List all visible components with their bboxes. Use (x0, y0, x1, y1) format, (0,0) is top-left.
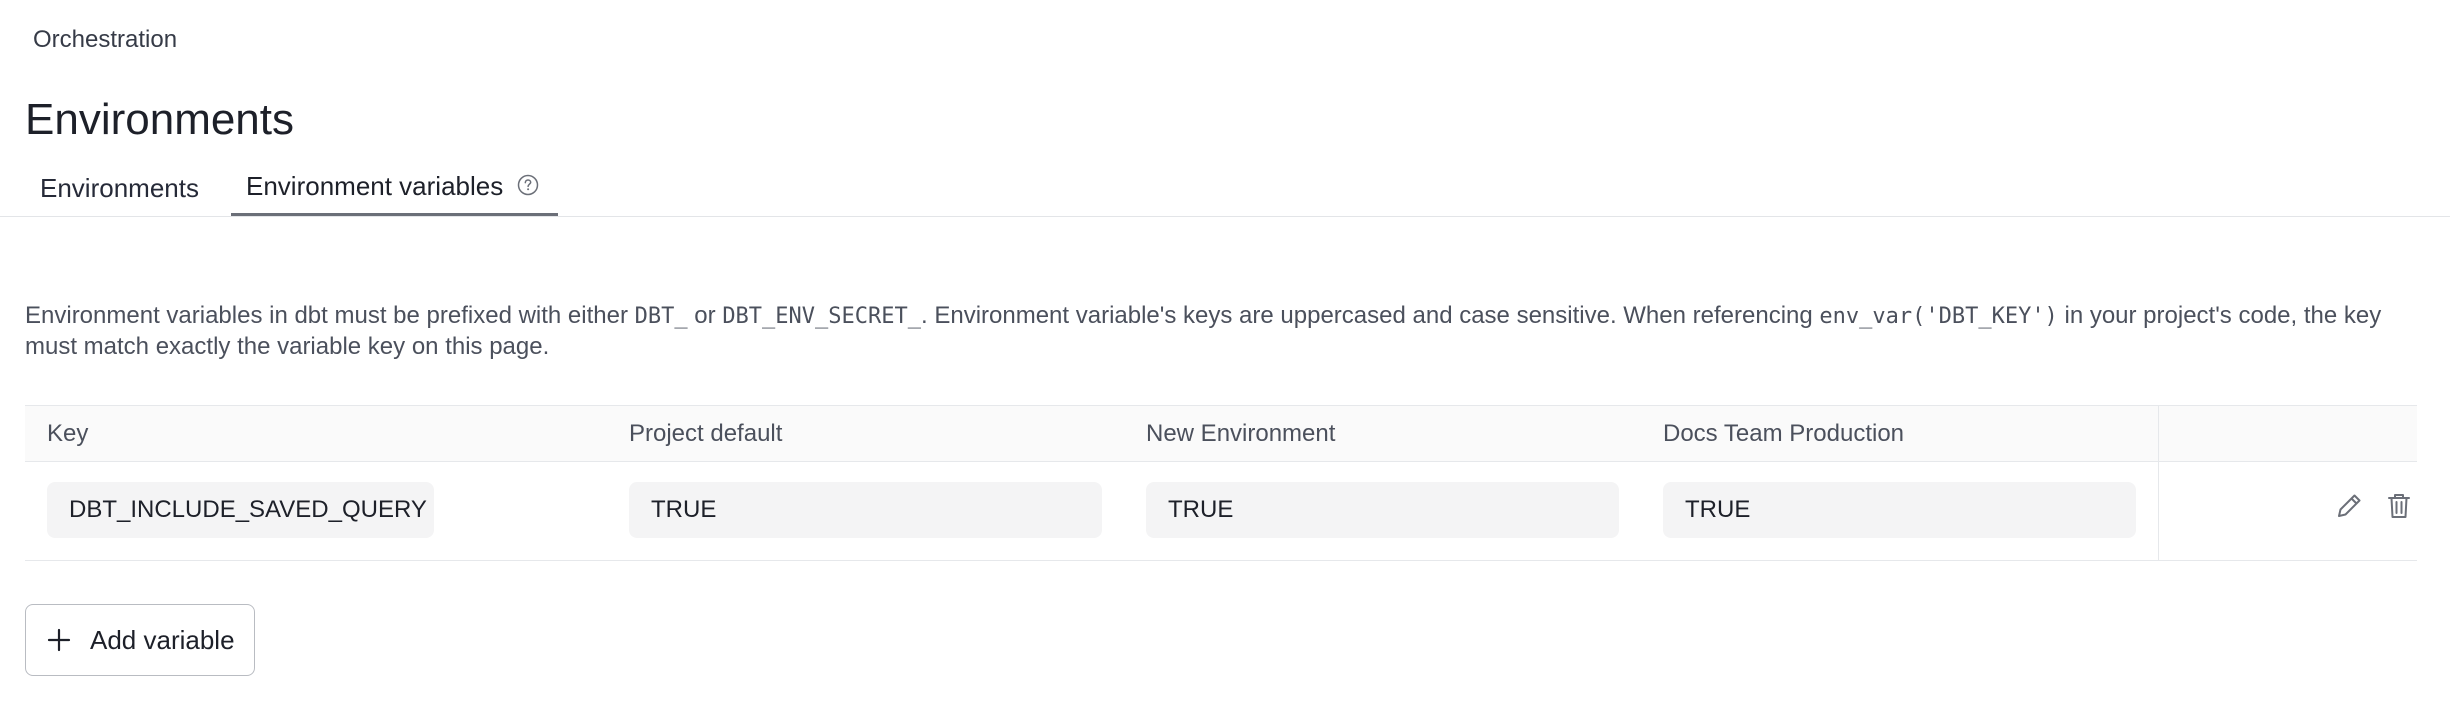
actions-column (2158, 406, 2418, 560)
tab-environments-label: Environments (40, 172, 199, 203)
new-environment-value-field[interactable]: TRUE (1146, 482, 1619, 538)
code-prefix-dbt: DBT_ (634, 304, 688, 329)
edit-pencil-icon[interactable] (2329, 486, 2369, 526)
column-header-key: Key (47, 419, 89, 447)
env-variables-table: Key Project default New Environment Docs… (25, 405, 2417, 561)
help-circle-icon[interactable] (517, 174, 539, 196)
delete-trash-icon[interactable] (2379, 486, 2419, 526)
tab-environments[interactable]: Environments (40, 160, 199, 216)
variable-key-field[interactable]: DBT_INCLUDE_SAVED_QUERY (47, 482, 434, 538)
tab-bar: Environments Environment variables (0, 160, 2450, 217)
add-variable-label: Add variable (90, 624, 235, 655)
description-text: or (687, 302, 723, 329)
code-prefix-dbt-env-secret: DBT_ENV_SECRET_ (722, 304, 921, 329)
env-var-description: Environment variables in dbt must be pre… (25, 301, 2425, 362)
code-env-var-example: env_var('DBT_KEY') (1819, 304, 2058, 329)
column-header-project-default: Project default (629, 419, 783, 447)
description-text: Environment variables in dbt must be pre… (25, 302, 635, 329)
table-header: Key Project default New Environment Docs… (25, 406, 2417, 462)
description-text: . Environment variable's keys are upperc… (921, 302, 1820, 329)
tab-environment-variables[interactable]: Environment variables (231, 160, 558, 216)
add-variable-button[interactable]: Add variable (25, 604, 255, 676)
breadcrumb[interactable]: Orchestration (33, 26, 177, 54)
tab-environment-variables-label: Environment variables (246, 171, 504, 201)
page-title: Environments (25, 95, 295, 144)
docs-team-production-value-field[interactable]: TRUE (1663, 482, 2136, 538)
plus-icon (46, 627, 72, 653)
project-default-value-field[interactable]: TRUE (629, 482, 1102, 538)
column-header-new-environment: New Environment (1146, 419, 1336, 447)
column-header-docs-team-production: Docs Team Production (1663, 419, 1905, 447)
